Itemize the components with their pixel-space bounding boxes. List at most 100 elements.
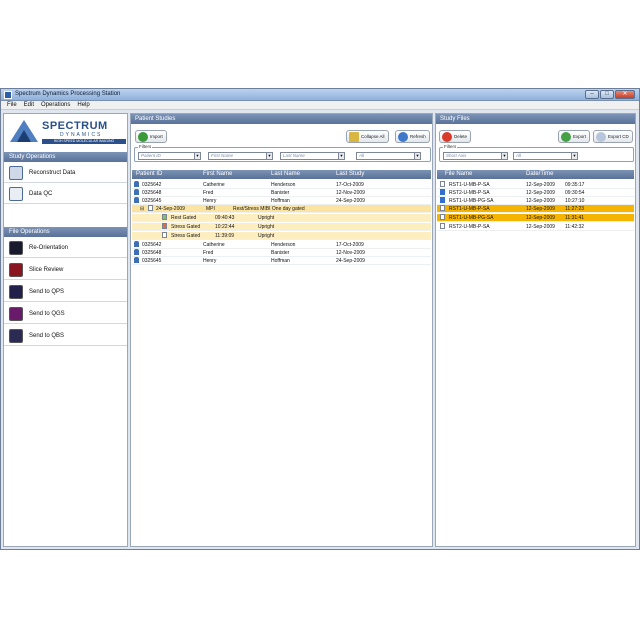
chevron-down-icon: ▼ xyxy=(194,153,200,159)
study-files-panel: Study Files Delete Export Export CD Filt… xyxy=(435,113,636,547)
chevron-down-icon: ▼ xyxy=(571,153,577,159)
collapse-all-label: Collapse All xyxy=(361,134,385,139)
status-filter[interactable]: All ▼ xyxy=(356,152,421,160)
filters-label: Filters xyxy=(443,144,458,149)
minimize-button[interactable]: – xyxy=(585,90,599,99)
patient-filters: Filters Patient ID ▼ First Name ▼ Last Nam… xyxy=(134,144,431,162)
title-bar: Spectrum Dynamics Processing Station – □… xyxy=(1,89,639,101)
send-to-qgs-button[interactable]: Send to QGS xyxy=(4,304,127,324)
file-grid-header: File Name Date/Time xyxy=(437,170,634,179)
app-icon xyxy=(4,91,12,99)
logo-sub: DYNAMICS xyxy=(60,132,103,138)
delete-icon xyxy=(442,132,452,142)
delete-button[interactable]: Delete xyxy=(439,130,472,143)
file-icon xyxy=(440,205,445,211)
send-to-qbs-button[interactable]: Send to QBS xyxy=(4,326,127,346)
patient-id-filter[interactable]: Patient ID ▼ xyxy=(138,152,201,160)
export-button[interactable]: Export xyxy=(558,130,591,143)
file-status-filter[interactable]: All ▼ xyxy=(513,152,578,160)
series-row[interactable]: Rest Gated 09:40:43 Upright xyxy=(132,214,431,222)
patient-icon xyxy=(134,241,139,247)
import-button[interactable]: Import xyxy=(135,130,167,143)
slice-review-button[interactable]: Slice Review xyxy=(4,260,127,280)
send-to-qbs-label: Send to QBS xyxy=(29,332,65,339)
collapse-icon xyxy=(349,132,359,142)
patient-row[interactable]: 0325642 Catherine Henderson 17-Oct-2009 xyxy=(132,181,431,189)
arrow-right-icon xyxy=(440,197,445,203)
reconstruct-data-button[interactable]: Reconstruct Data xyxy=(4,163,127,183)
patient-icon xyxy=(134,181,139,187)
delete-label: Delete xyxy=(454,134,468,139)
logo-brand: SPECTRUM xyxy=(42,120,108,132)
chevron-down-icon: ▼ xyxy=(338,153,344,159)
file-row[interactable]: RST2-U-MB-P-SA 12-Sep-2009 11:42:32 xyxy=(437,223,634,231)
menu-edit[interactable]: Edit xyxy=(24,101,34,109)
file-row[interactable]: RST1-U-MB-P-SA 12-Sep-2009 09:35:17 xyxy=(437,181,634,189)
col-first-name[interactable]: First Name xyxy=(203,170,232,179)
first-name-filter[interactable]: First Name ▼ xyxy=(208,152,273,160)
col-last-name[interactable]: Last Name xyxy=(271,170,300,179)
refresh-button[interactable]: Refresh xyxy=(395,130,430,143)
send-to-qps-label: Send to QPS xyxy=(29,288,65,295)
file-icon xyxy=(440,223,445,229)
window-controls: – □ ✕ xyxy=(585,90,635,99)
patient-studies-panel: Patient Studies Import Collapse All Refr… xyxy=(130,113,433,547)
maximize-button[interactable]: □ xyxy=(600,90,614,99)
file-icon xyxy=(440,181,445,187)
import-label: Import xyxy=(150,134,163,139)
close-button[interactable]: ✕ xyxy=(615,90,635,99)
send-to-qgs-label: Send to QGS xyxy=(29,310,65,317)
patient-icon xyxy=(134,249,139,255)
menu-operations[interactable]: Operations xyxy=(41,101,70,109)
patient-row[interactable]: 0325645 Henry Hoffman 24-Sep-2009 xyxy=(132,257,431,265)
patient-row[interactable]: 0325645 Henry Hoffman 24-Sep-2009 xyxy=(132,197,431,205)
file-filters: Filters Short Axis ▼ All ▼ xyxy=(439,144,634,162)
col-date-time[interactable]: Date/Time xyxy=(526,170,553,179)
col-patient-id[interactable]: Patient ID xyxy=(136,170,162,179)
col-file-name[interactable]: File Name xyxy=(445,170,472,179)
window-title: Spectrum Dynamics Processing Station xyxy=(15,91,121,97)
series-row[interactable]: Stress Gated 11:39:09 Upright xyxy=(132,232,431,240)
menu-bar: File Edit Operations Help xyxy=(1,101,639,110)
file-row[interactable]: RST1-U-MB-PG-SA 12-Sep-2009 10:27:10 xyxy=(437,197,634,205)
export-label: Export xyxy=(573,134,587,139)
file-row[interactable]: RST2-U-MB-P-SA 12-Sep-2009 09:30:54 xyxy=(437,189,634,197)
patient-studies-header: Patient Studies xyxy=(131,114,432,124)
study-files-header: Study Files xyxy=(436,114,635,124)
menu-help[interactable]: Help xyxy=(77,101,89,109)
export-icon xyxy=(561,132,571,142)
file-operations-header: File Operations xyxy=(4,227,127,237)
patient-row[interactable]: 0325648 Fred Banister 12-Nov-2009 xyxy=(132,189,431,197)
patient-row[interactable]: 0325642 Catherine Henderson 17-Oct-2009 xyxy=(132,241,431,249)
qbs-icon xyxy=(9,328,23,343)
menu-file[interactable]: File xyxy=(7,101,17,109)
re-orientation-button[interactable]: Re-Orientation xyxy=(4,238,127,258)
logo-tagline: HIGH SPEED MOLECULAR IMAGING xyxy=(42,139,126,144)
file-row-selected[interactable]: RST1-U-MB-PG-SA 12-Sep-2009 11:31:41 xyxy=(437,214,634,222)
patient-icon xyxy=(134,197,139,203)
export-cd-button[interactable]: Export CD xyxy=(593,130,633,143)
send-to-qps-button[interactable]: Send to QPS xyxy=(4,282,127,302)
chevron-down-icon: ▼ xyxy=(414,153,420,159)
qgs-icon xyxy=(9,306,23,321)
series-row[interactable]: Stress Gated 10:22:44 Upright xyxy=(132,223,431,231)
study-row[interactable]: ⊟ 24-Sep-2009 MPI Rest/Stress MIBI One d… xyxy=(132,205,431,213)
logo-triangle-inner-icon xyxy=(17,130,31,142)
import-icon xyxy=(138,132,148,142)
patient-row[interactable]: 0325648 Fred Banister 12-Nov-2009 xyxy=(132,249,431,257)
series-icon xyxy=(162,214,167,220)
patient-grid-header: Patient ID First Name Last Name Last Stu… xyxy=(132,170,431,179)
refresh-label: Refresh xyxy=(410,134,426,139)
last-name-filter[interactable]: Last Name ▼ xyxy=(280,152,345,160)
expand-icon[interactable]: ⊟ xyxy=(140,205,144,213)
series-icon xyxy=(162,223,167,229)
file-row-selected[interactable]: RST1-U-MB-P-SA 12-Sep-2009 11:27:23 xyxy=(437,205,634,213)
reorientation-icon xyxy=(9,240,23,255)
patient-icon xyxy=(134,189,139,195)
data-qc-button[interactable]: Data QC xyxy=(4,184,127,204)
slice-review-label: Slice Review xyxy=(29,266,64,273)
view-filter[interactable]: Short Axis ▼ xyxy=(443,152,508,160)
collapse-all-button[interactable]: Collapse All xyxy=(346,130,389,143)
cd-icon xyxy=(596,132,606,142)
col-last-study[interactable]: Last Study xyxy=(336,170,364,179)
